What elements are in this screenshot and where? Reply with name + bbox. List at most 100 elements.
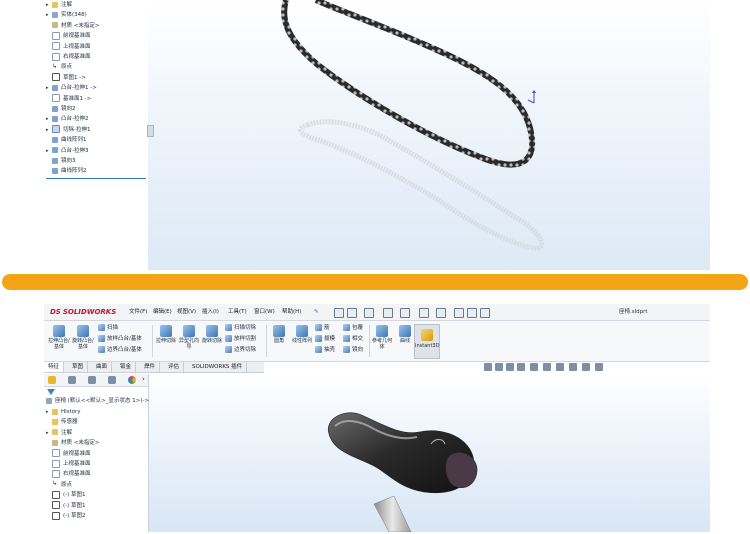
undo-icon[interactable] [419, 308, 429, 318]
tree-item[interactable]: 材质 <未指定> [46, 21, 99, 31]
property-manager-tab-icon[interactable] [68, 376, 76, 384]
revolved-cut-button[interactable]: 旋转切除 [201, 325, 223, 344]
tree-item[interactable]: 镜向3 [46, 156, 76, 166]
tab-evaluate[interactable]: 评估 [164, 362, 185, 372]
wrap-button[interactable]: 包覆 [343, 324, 363, 333]
tree-item[interactable]: ▸ 切除-拉伸1 [46, 125, 90, 135]
boundary-boss-button[interactable]: 边界凸台/基体 [98, 346, 142, 355]
tab-sketch[interactable]: 草图 [68, 362, 89, 372]
tree-item[interactable]: 前视基准面 [46, 449, 91, 459]
tree-item[interactable]: ▸ 注解 [46, 428, 72, 438]
zoom-area-icon[interactable] [495, 363, 503, 371]
edit-appearance-icon[interactable] [569, 363, 577, 371]
pin-icon[interactable]: ✎ [314, 307, 319, 317]
tree-root[interactable]: 座椅 (默认<<默认>_显示状态 1>)-> [46, 396, 149, 406]
menu-tools[interactable]: 工具(T) [228, 307, 247, 317]
fillet-button[interactable]: 圆角 [268, 325, 290, 344]
loft-button[interactable]: 放样凸台/基体 [98, 335, 142, 344]
menu-view[interactable]: 视图(V) [177, 307, 196, 317]
shell-button[interactable]: 抽壳 [315, 346, 335, 355]
instant3d-label: Instant3D [415, 343, 440, 349]
menu-help[interactable]: 帮助(H) [282, 307, 301, 317]
apply-scene-icon[interactable] [582, 363, 590, 371]
tree-item[interactable]: 前视基准面 [46, 31, 91, 41]
boundary-cut-button[interactable]: 边界切除 [225, 346, 256, 355]
previous-view-icon[interactable] [506, 363, 514, 371]
display-style-icon[interactable] [543, 363, 551, 371]
tree-item[interactable]: ▸ 注解 [46, 0, 72, 10]
tab-sheet-metal[interactable]: 钣金 [116, 362, 137, 372]
tree-item[interactable]: (-) 草图1 [46, 490, 86, 500]
print-icon[interactable] [400, 308, 410, 318]
panel-splitter-handle[interactable] [147, 125, 154, 137]
view-settings-icon[interactable] [595, 363, 603, 371]
tree-item[interactable]: (-) 草图2 [46, 511, 86, 521]
linear-pattern-button[interactable]: 线性阵列 [291, 325, 313, 344]
tab-features[interactable]: 特征 [44, 362, 65, 372]
lofted-cut-button[interactable]: 放样切割 [225, 335, 256, 344]
tree-item[interactable]: 右视基准面 [46, 469, 91, 479]
home-icon[interactable] [334, 308, 344, 318]
sweep-button[interactable]: 扫描 [98, 324, 118, 333]
extruded-boss-button[interactable]: 拉伸凸台/基体 [48, 325, 70, 350]
new-document-icon[interactable] [347, 308, 357, 318]
select-icon[interactable] [436, 308, 446, 318]
display-manager-tab-icon[interactable] [128, 376, 136, 384]
tree-item[interactable]: 草图1 -> [46, 73, 86, 83]
graphics-viewport[interactable] [148, 0, 710, 270]
tree-item[interactable]: 传感器 [46, 417, 78, 427]
menu-edit[interactable]: 编辑(E) [153, 307, 172, 317]
tree-item[interactable]: ▸ 实体(348) [46, 10, 87, 20]
view-orientation-icon[interactable] [530, 363, 538, 371]
revolved-boss-button[interactable]: 旋转凸台/基体 [72, 325, 94, 350]
tree-item[interactable]: 上视基准面 [46, 459, 91, 469]
tree-item[interactable]: ▸ 凸台-拉伸2 [46, 114, 88, 124]
zoom-to-fit-icon[interactable] [484, 363, 492, 371]
open-icon[interactable] [364, 308, 374, 318]
hide-show-icon[interactable] [556, 363, 564, 371]
menu-file[interactable]: 文件(F) [129, 307, 147, 317]
seat-post [373, 495, 412, 533]
tree-item[interactable]: ↳ 原点 [46, 480, 72, 490]
instant3d-button[interactable]: Instant3D [414, 324, 440, 359]
save-icon[interactable] [383, 308, 393, 318]
curve-pattern-icon [52, 167, 58, 174]
tab-weldments[interactable]: 焊件 [140, 362, 161, 372]
tab-surfaces[interactable]: 曲面 [92, 362, 113, 372]
extruded-cut-button[interactable]: 拉伸切除 [155, 325, 177, 344]
chevron-right-icon[interactable]: › [142, 375, 145, 383]
tree-item[interactable]: 基准面1 -> [46, 94, 91, 104]
tree-item[interactable]: ↳ 原点 [46, 62, 72, 72]
tree-item[interactable]: 材质 <未指定> [46, 438, 99, 448]
dimxpert-manager-tab-icon[interactable] [108, 376, 116, 384]
tree-item[interactable]: 曲线阵列2 [46, 166, 87, 176]
tree-item[interactable]: 曲线阵列1 [46, 135, 87, 145]
file-properties-icon[interactable] [467, 308, 477, 318]
tree-rollback-bar[interactable] [46, 178, 146, 179]
configuration-manager-tab-icon[interactable] [88, 376, 96, 384]
tree-item[interactable]: ▸ 凸台-拉伸3 [46, 146, 88, 156]
options-gear-icon[interactable] [480, 308, 490, 318]
tree-item[interactable]: 上视基准面 [46, 42, 91, 52]
tree-item[interactable]: (-) 草图1 [46, 501, 86, 511]
menu-window[interactable]: 窗口(W) [254, 307, 275, 317]
menu-insert[interactable]: 插入(I) [202, 307, 219, 317]
tree-item[interactable]: ▸ History [46, 407, 81, 417]
tree-item[interactable]: ▸ 凸台-拉伸1 -> [46, 83, 97, 93]
intersect-button[interactable]: 相交 [343, 335, 363, 344]
draft-button[interactable]: 拔模 [315, 335, 335, 344]
tab-solidworks-addins[interactable]: SOLIDWORKS 插件 [188, 362, 248, 372]
filter-funnel-icon[interactable] [47, 389, 55, 395]
mirror-button[interactable]: 镜向 [343, 346, 363, 355]
tree-item[interactable]: 镜向2 [46, 104, 76, 114]
feature-manager-tab-icon[interactable] [48, 376, 56, 384]
graphics-viewport-bottom[interactable] [149, 374, 710, 533]
tree-item[interactable]: 右视基准面 [46, 52, 91, 62]
curves-button[interactable]: 曲线 [394, 325, 416, 344]
hole-wizard-button[interactable]: 异型孔向导 [178, 325, 200, 350]
rib-button[interactable]: 筋 [315, 324, 330, 333]
section-view-icon[interactable] [517, 363, 525, 371]
swept-cut-button[interactable]: 扫描切除 [225, 324, 256, 333]
rebuild-icon[interactable] [454, 308, 464, 318]
reference-geometry-button[interactable]: 参考几何体 [371, 325, 393, 350]
